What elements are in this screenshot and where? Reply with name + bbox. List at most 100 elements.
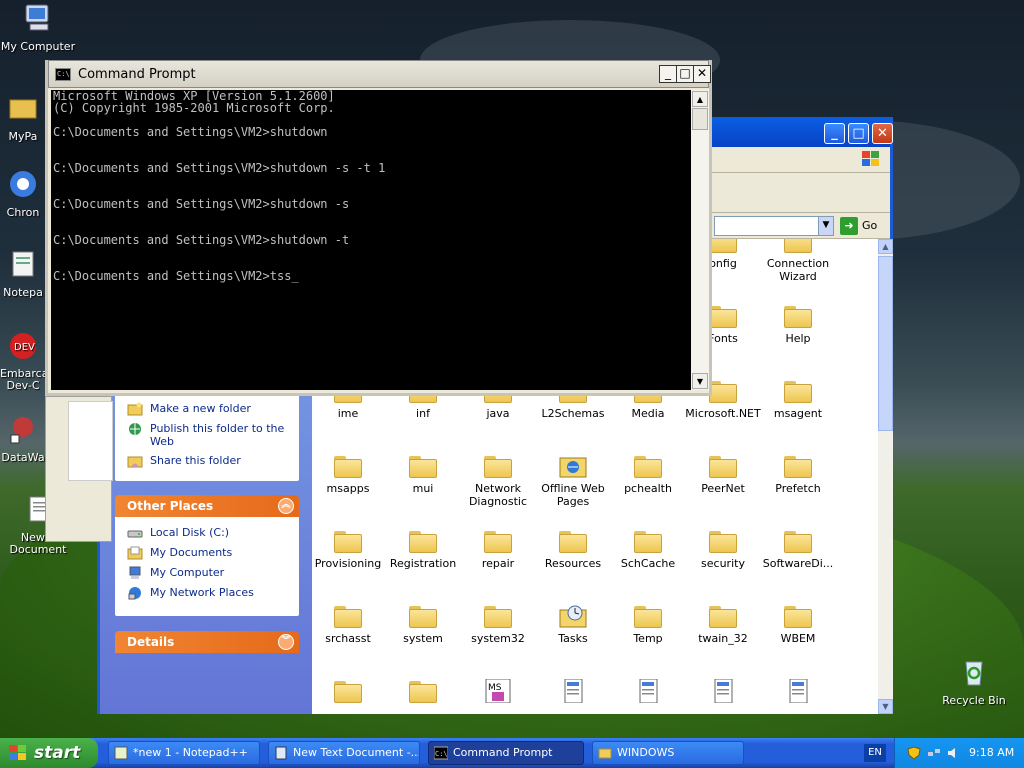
task-command-prompt[interactable]: C:\ Command Prompt [428, 741, 584, 765]
language-indicator[interactable]: EN [864, 744, 886, 762]
windows-logo-icon [9, 745, 26, 760]
desktop-icon-my-computer[interactable]: My Computer [0, 2, 76, 53]
folder-label: Resources [544, 557, 602, 570]
partial-item[interactable] [385, 679, 461, 707]
desktop-icon-mypa[interactable]: MyPa [0, 92, 46, 143]
folder-label: system32 [471, 632, 525, 645]
folder-item[interactable]: msapps [312, 454, 386, 495]
minimize-button[interactable]: _ [824, 123, 845, 144]
folder-item[interactable]: SchCache [610, 529, 686, 570]
folder-item[interactable]: srchasst [312, 604, 386, 645]
scroll-up-icon[interactable]: ▲ [692, 91, 708, 107]
partial-item[interactable] [535, 679, 611, 707]
place-my-documents[interactable]: My Documents [115, 546, 299, 560]
scheduled-tasks-icon [559, 605, 587, 628]
folder-item[interactable]: Offline Web Pages [535, 454, 611, 508]
new-folder-icon [127, 402, 143, 416]
partial-item[interactable] [760, 679, 836, 707]
desktop-icon-notepad[interactable]: Notepa [0, 248, 46, 299]
address-input[interactable] [714, 216, 834, 236]
folder-item[interactable]: repair [460, 529, 536, 570]
folder-item[interactable]: WBEM [760, 604, 836, 645]
vertical-scrollbar[interactable]: ▲ ▼ [878, 239, 893, 714]
document-file-icon [564, 679, 583, 703]
folder-label: Help [785, 332, 811, 345]
task-windows-folder[interactable]: WINDOWS [592, 741, 744, 765]
folder-item[interactable]: twain_32 [685, 604, 761, 645]
desktop-icon-recycle-bin[interactable]: Recycle Bin [936, 656, 1012, 707]
desktop-icon-chrome[interactable]: Chron [0, 168, 46, 219]
close-button[interactable]: ✕ [693, 65, 711, 83]
folder-icon [334, 679, 362, 703]
folder-item[interactable]: Registration [385, 529, 461, 570]
network-places-icon [128, 587, 141, 600]
security-shield-icon[interactable] [907, 746, 921, 760]
partial-item[interactable]: MS [460, 679, 536, 707]
volume-icon[interactable] [946, 746, 960, 760]
folder-icon [634, 454, 662, 478]
minimize-button[interactable]: _ [659, 65, 677, 83]
other-places-header[interactable]: Other Places ︽ [115, 495, 299, 517]
my-documents-icon [127, 546, 143, 560]
expand-chevron-icon[interactable]: ︾ [278, 634, 294, 650]
folder-item[interactable]: mui [385, 454, 461, 495]
maximize-button[interactable]: □ [676, 65, 694, 83]
task-notepadpp[interactable]: *new 1 - Notepad++ [108, 741, 260, 765]
collapse-chevron-icon[interactable]: ︽ [278, 498, 294, 514]
folder-item[interactable]: Temp [610, 604, 686, 645]
close-button[interactable]: ✕ [872, 123, 893, 144]
scroll-up-icon[interactable]: ▲ [878, 239, 893, 254]
folder-item[interactable]: system32 [460, 604, 536, 645]
datawarrior-icon [10, 417, 33, 444]
task-new-text-document[interactable]: New Text Document -... [268, 741, 420, 765]
folder-icon [559, 529, 587, 553]
place-my-network-places[interactable]: My Network Places [115, 586, 299, 600]
task-share-folder[interactable]: Share this folder [115, 454, 299, 468]
scroll-down-icon[interactable]: ▼ [878, 699, 893, 714]
partial-item[interactable] [610, 679, 686, 707]
folder-item[interactable]: Resources [535, 529, 611, 570]
background-window-fragment [45, 396, 113, 542]
computer-icon [129, 566, 141, 579]
desktop-icon-embarcadero[interactable]: DEV Embarca Dev-C [0, 330, 46, 392]
desktop-icon-datawa[interactable]: DataWa [0, 413, 46, 464]
scroll-thumb[interactable] [878, 256, 893, 431]
folder-item[interactable]: Network Diagnostic [460, 454, 536, 508]
clock[interactable]: 9:18 AM [969, 746, 1014, 759]
folder-item[interactable]: Provisioning [312, 529, 386, 570]
task-label: Make a new folder [150, 402, 251, 415]
system-tray: 9:18 AM [894, 738, 1024, 768]
folder-item[interactable]: Prefetch [760, 454, 836, 495]
maximize-button[interactable]: □ [848, 123, 869, 144]
folder-item[interactable]: pchealth [610, 454, 686, 495]
folder-item[interactable]: Tasks [535, 604, 611, 645]
console-scrollbar[interactable]: ▲ ▼ [691, 90, 709, 390]
go-button[interactable]: ➜ Go [840, 216, 877, 236]
console-output[interactable]: Microsoft Windows XP [Version 5.1.2600] … [51, 90, 691, 390]
partial-item[interactable] [685, 679, 761, 707]
place-my-computer[interactable]: My Computer [115, 566, 299, 579]
task-publish-folder-web[interactable]: Publish this folder to the Web [115, 422, 299, 448]
start-button[interactable]: start [0, 738, 98, 768]
other-places-title: Other Places [127, 499, 214, 513]
scroll-down-icon[interactable]: ▼ [692, 373, 708, 389]
folder-item[interactable]: SoftwareDi... [760, 529, 836, 570]
folder-label: Connection Wizard [766, 257, 830, 283]
task-make-new-folder[interactable]: Make a new folder [115, 402, 299, 416]
folder-item[interactable]: Connection Wizard [760, 239, 836, 283]
folder-item[interactable]: msagent [760, 379, 836, 420]
partial-item[interactable] [312, 679, 386, 707]
cmd-titlebar[interactable]: C:\ Command Prompt _ □ ✕ [48, 60, 711, 88]
folder-label: WBEM [780, 632, 816, 645]
folder-item[interactable]: PeerNet [685, 454, 761, 495]
place-local-disk[interactable]: Local Disk (C:) [115, 526, 299, 539]
address-dropdown-icon[interactable]: ▼ [818, 216, 834, 236]
svg-text:C:\: C:\ [435, 750, 448, 758]
folder-item[interactable]: system [385, 604, 461, 645]
folder-item[interactable]: Help [760, 304, 836, 345]
details-header[interactable]: Details ︾ [115, 631, 299, 653]
scroll-thumb[interactable] [692, 108, 708, 130]
hard-disk-icon [127, 530, 143, 538]
network-icon[interactable] [927, 746, 941, 760]
folder-item[interactable]: security [685, 529, 761, 570]
